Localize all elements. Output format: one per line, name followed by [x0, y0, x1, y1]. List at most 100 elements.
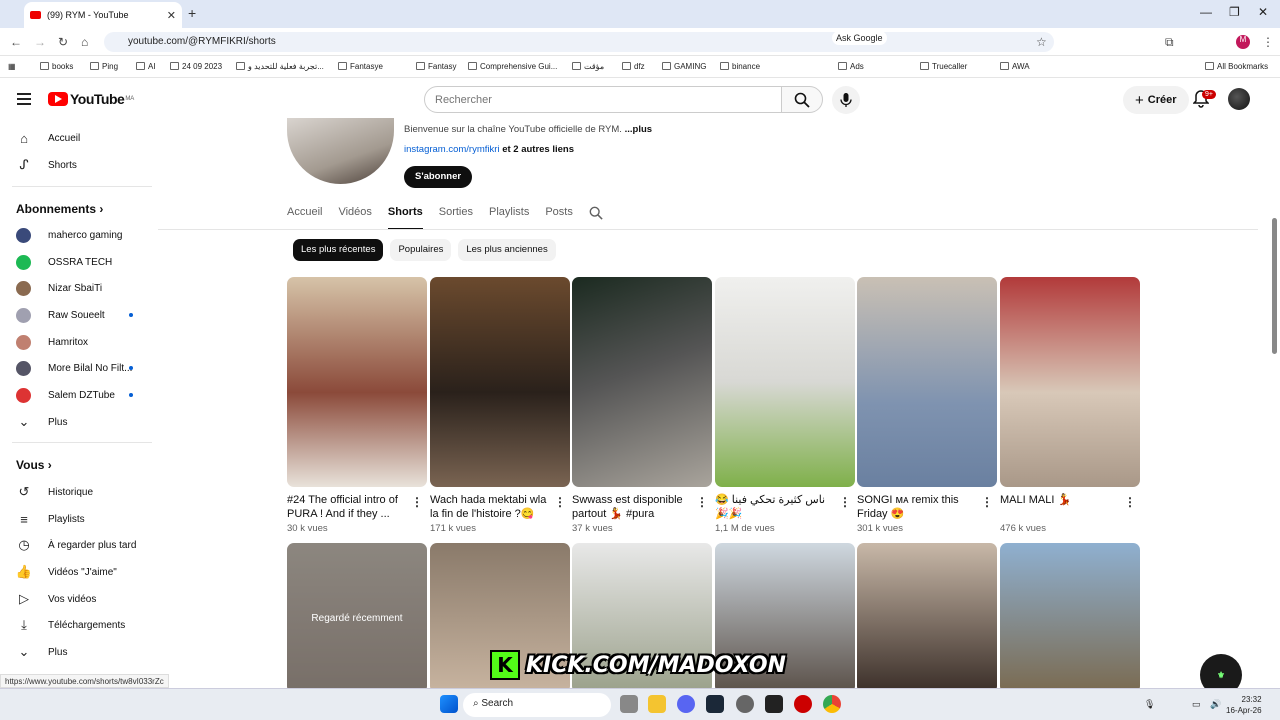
subscriptions-heading[interactable]: Abonnements › [16, 202, 103, 216]
short-card[interactable]: Regardé récemment [287, 543, 427, 688]
sidebar-item-playlists[interactable]: ≡ Playlists [16, 509, 146, 529]
chip-oldest[interactable]: Les plus anciennes [458, 239, 556, 261]
short-card[interactable]: MALI MALI 💃 476 k vues ⋮ [1000, 277, 1140, 534]
account-avatar[interactable] [1228, 88, 1250, 110]
chrome-icon[interactable] [823, 695, 841, 713]
tab-shorts[interactable]: Shorts [387, 206, 423, 230]
channel-avatar-large[interactable] [287, 118, 394, 184]
subscribe-button[interactable]: S'abonner [404, 166, 473, 188]
network-icon[interactable]: ▭ [1192, 699, 1201, 710]
sidebar-you-more[interactable]: ⌄ Plus [16, 642, 146, 662]
menu-icon[interactable]: ⋮ [1262, 35, 1274, 49]
forward-icon[interactable]: → [34, 35, 46, 49]
sidebar-sub-salem[interactable]: Salem DZTube [16, 385, 146, 405]
sidebar-item-shorts[interactable]: ᔑ Shorts [16, 155, 146, 175]
bookmark-arabic[interactable]: تجربة فعلية للتحديد و... [236, 62, 324, 71]
settings-icon[interactable] [736, 695, 754, 713]
short-thumbnail[interactable] [430, 277, 570, 487]
short-thumbnail[interactable] [1000, 277, 1140, 487]
sidebar-sub-bilal[interactable]: More Bilal No Filt... [16, 358, 146, 378]
sidebar-item-downloads[interactable]: ⤓ Téléchargements [16, 615, 146, 635]
bookmark-fantasye[interactable]: Fantasye [338, 62, 383, 71]
short-title[interactable]: Wach hada mektabi wla la fin de l'histoi… [430, 493, 548, 521]
short-thumbnail[interactable] [287, 277, 427, 487]
tab-posts[interactable]: Posts [545, 206, 573, 230]
close-tab-icon[interactable]: ✕ [167, 9, 176, 22]
sidebar-item-watch-later[interactable]: ◷ À regarder plus tard [16, 535, 146, 555]
more-options-icon[interactable]: ⋮ [1124, 495, 1136, 509]
short-card[interactable] [857, 543, 997, 688]
tab-accueil[interactable]: Accueil [287, 206, 322, 230]
opera-icon[interactable] [794, 695, 812, 713]
you-heading[interactable]: Vous › [16, 458, 52, 472]
sidebar-item-history[interactable]: ↺ Historique [16, 482, 146, 502]
bookmark-fantasy[interactable]: Fantasy [416, 62, 456, 71]
discord-icon[interactable] [677, 695, 695, 713]
home-browser-icon[interactable]: ⌂ [81, 35, 88, 49]
short-card[interactable]: #24 The official intro of PURA ! And if … [287, 277, 427, 534]
chip-popular[interactable]: Populaires [390, 239, 452, 261]
short-thumbnail[interactable] [1000, 543, 1140, 688]
sidebar-item-your-videos[interactable]: ▷ Vos vidéos [16, 589, 146, 609]
bookmark-ads[interactable]: Ads [838, 62, 864, 71]
short-card[interactable]: Wach hada mektabi wla la fin de l'histoi… [430, 277, 570, 534]
page-scrollbar[interactable] [1272, 218, 1277, 354]
bookmark-dfz[interactable]: dfz [622, 62, 645, 71]
restore-icon[interactable]: ❐ [1229, 5, 1240, 19]
sidebar-sub-maherco[interactable]: maherco gaming [16, 225, 146, 245]
profile-icon[interactable]: M [1236, 35, 1250, 49]
bookmark-date[interactable]: 24 09 2023 [170, 62, 222, 71]
microphone-tray-icon[interactable]: 🎙 [1144, 699, 1155, 710]
voice-search-button[interactable] [832, 86, 860, 114]
more-options-icon[interactable]: ⋮ [411, 495, 423, 509]
app-icon[interactable] [765, 695, 783, 713]
short-title[interactable]: ناس كثيرة تحكي فينا 😂🎉🎉 [715, 493, 833, 521]
short-title[interactable]: MALI MALI 💃 [1000, 493, 1118, 521]
sidebar-item-home[interactable]: ⌂ Accueil [16, 128, 146, 148]
short-thumbnail[interactable] [572, 277, 712, 487]
sidebar-sub-hamritox[interactable]: Hamritox [16, 332, 146, 352]
taskbar-search[interactable]: ⌕ Search [463, 693, 611, 717]
sidebar-subs-more[interactable]: ⌄ Plus [16, 412, 146, 432]
clock[interactable]: 23:32 16-Apr-26 [1226, 694, 1262, 716]
short-title[interactable]: SONGI ᴍᴀ remix this Friday 😍 [857, 493, 975, 521]
bookmark-truecaller[interactable]: Truecaller [920, 62, 967, 71]
tab-playlists[interactable]: Playlists [489, 206, 529, 230]
tab-videos[interactable]: Vidéos [338, 206, 371, 230]
short-card[interactable]: Swwass est disponible partout 💃 #pura 37 … [572, 277, 712, 534]
all-bookmarks[interactable]: All Bookmarks [1205, 62, 1268, 71]
bookmark-comprehensive[interactable]: Comprehensive Gui... [468, 62, 557, 71]
ask-google-button[interactable]: Ask Google [832, 31, 887, 45]
new-tab-icon[interactable]: + [188, 5, 196, 21]
search-input[interactable] [424, 86, 782, 113]
short-thumbnail[interactable] [715, 277, 855, 487]
short-title[interactable]: #24 The official intro of PURA ! And if … [287, 493, 405, 521]
sidebar-item-liked[interactable]: 👍 Vidéos "J'aime" [16, 562, 146, 582]
volume-icon[interactable]: 🔊 [1210, 699, 1221, 710]
more-options-icon[interactable]: ⋮ [554, 495, 566, 509]
steam-icon[interactable] [706, 695, 724, 713]
channel-links[interactable]: instagram.com/rymfikri et 2 autres liens [404, 144, 574, 155]
extensions-icon[interactable]: ⧉ [1165, 35, 1174, 50]
short-thumbnail[interactable] [857, 277, 997, 487]
bookmark-ai[interactable]: AI [136, 62, 156, 71]
minimize-icon[interactable]: — [1200, 5, 1212, 19]
chip-recent[interactable]: Les plus récentes [293, 239, 384, 261]
more-options-icon[interactable]: ⋮ [839, 495, 851, 509]
short-title[interactable]: Swwass est disponible partout 💃 #pura [572, 493, 690, 521]
sidebar-sub-ossra[interactable]: OSSRA TECH [16, 252, 146, 272]
task-view-icon[interactable] [620, 695, 638, 713]
youtube-logo[interactable]: YouTube MA [48, 91, 134, 107]
hamburger-menu-icon[interactable] [17, 93, 31, 105]
create-button[interactable]: + Créer [1123, 86, 1189, 114]
search-button[interactable] [781, 86, 823, 113]
sidebar-sub-nizar[interactable]: Nizar SbaiTi [16, 278, 146, 298]
file-explorer-icon[interactable] [648, 695, 666, 713]
sidebar-sub-raw[interactable]: Raw Soueelt [16, 305, 146, 325]
star-icon[interactable]: ☆ [1036, 35, 1047, 49]
short-thumbnail[interactable]: Regardé récemment [287, 543, 427, 688]
bookmark-awa[interactable]: AWA [1000, 62, 1030, 71]
browser-tab[interactable]: (99) RYM - YouTube ✕ [24, 2, 182, 28]
reload-icon[interactable]: ↻ [58, 35, 68, 49]
channel-description[interactable]: Bienvenue sur la chaîne YouTube officiel… [404, 124, 652, 135]
